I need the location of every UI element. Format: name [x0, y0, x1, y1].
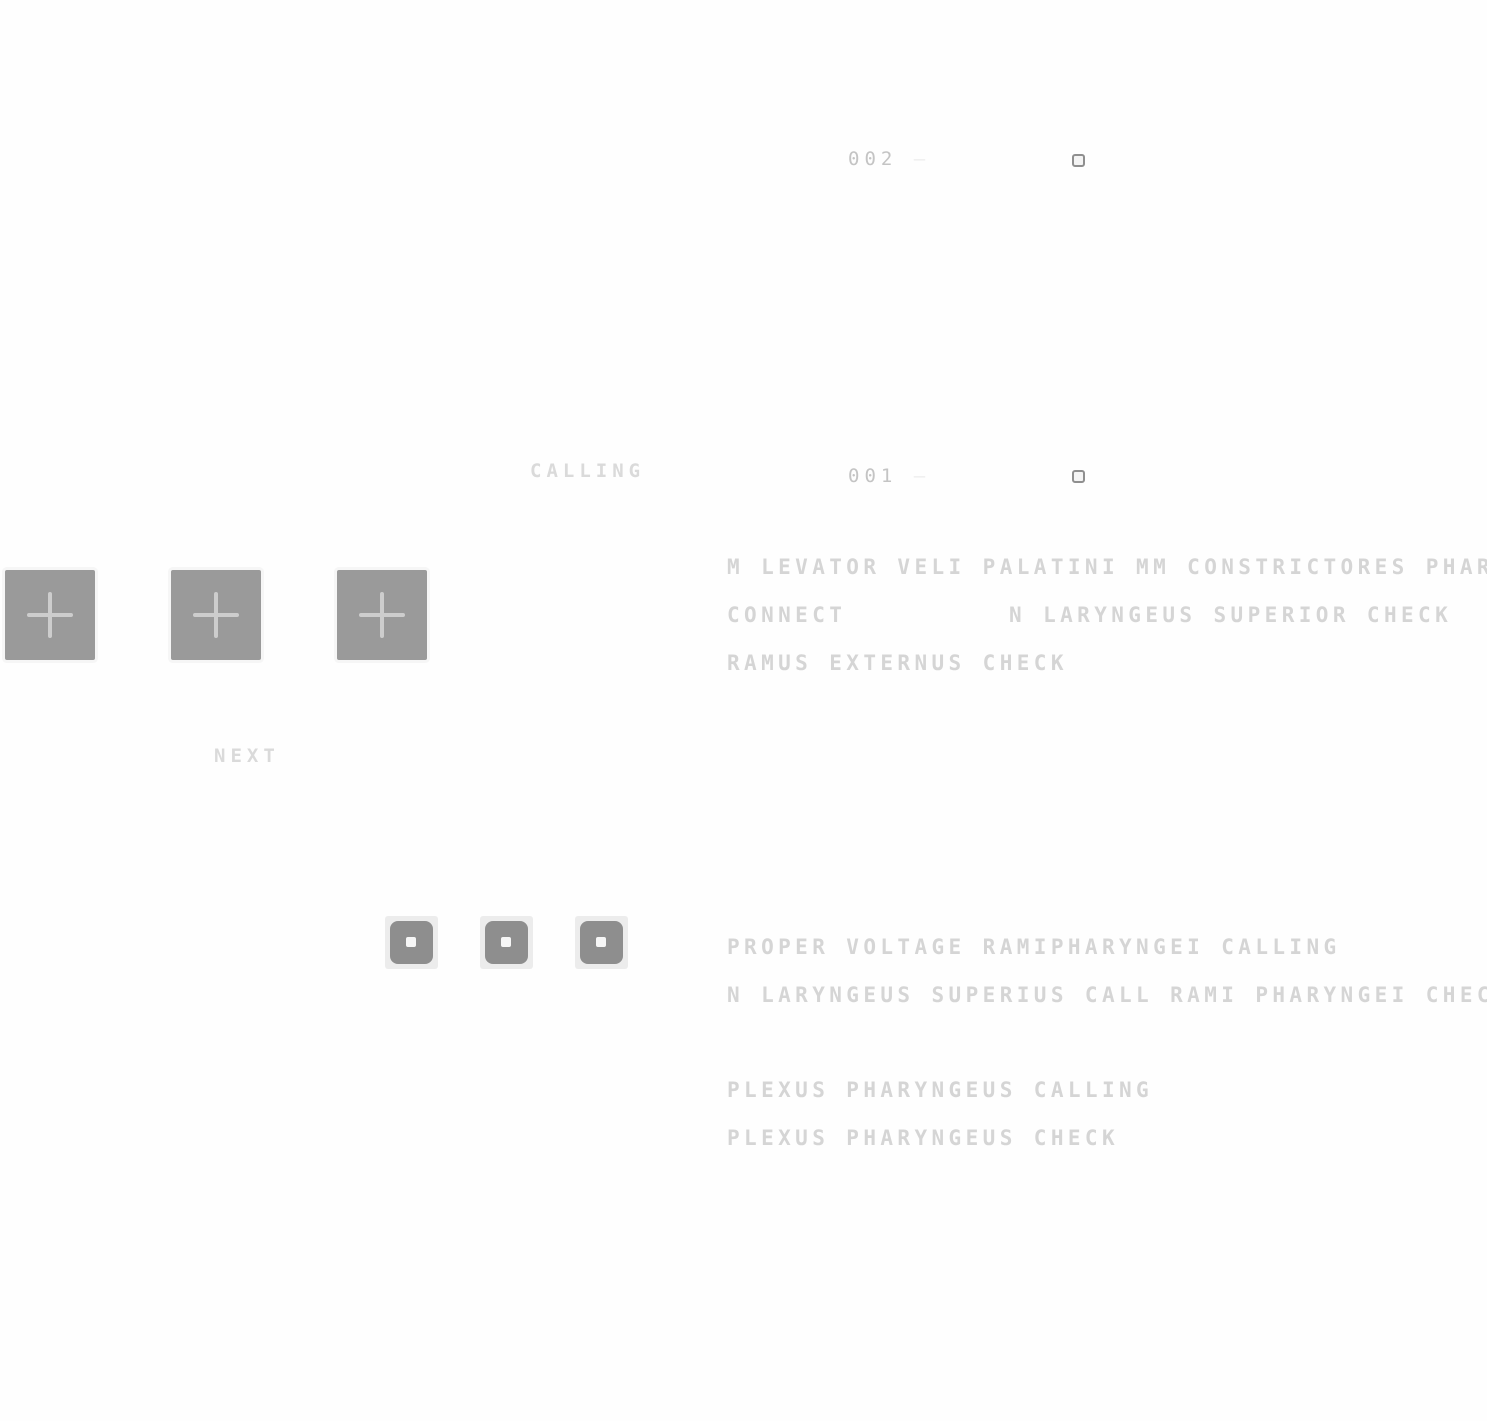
- status-code: 002: [848, 148, 898, 170]
- list-item: N LARYNGEUS SUPERIUS CALL RAMI PHARYNGEI…: [727, 983, 1487, 1007]
- list-item: M LEVATOR VELI PALATINI MM CONSTRICTORES…: [727, 555, 1487, 579]
- list-item: CONNECT: [727, 603, 847, 627]
- status-dash: —: [913, 465, 931, 487]
- square-outline-icon[interactable]: [1072, 154, 1085, 167]
- dot-button-1[interactable]: [385, 916, 438, 969]
- add-button-2[interactable]: [171, 570, 261, 660]
- list-item: PROPER VOLTAGE RAMIPHARYNGEI CALLING: [727, 935, 1341, 959]
- add-button-1[interactable]: [5, 570, 95, 660]
- list-item: PLEXUS PHARYNGEUS CALLING: [727, 1078, 1154, 1102]
- status-dash: —: [913, 148, 931, 170]
- calling-label: CALLING: [530, 460, 646, 482]
- list-item: N LARYNGEUS SUPERIOR CHECK: [1009, 603, 1453, 627]
- status-line-002: 002 —: [848, 148, 930, 170]
- list-item: PLEXUS PHARYNGEUS CHECK: [727, 1126, 1119, 1150]
- status-code: 001: [848, 465, 898, 487]
- list-item: RAMUS EXTERNUS CHECK: [727, 651, 1068, 675]
- dot-button-3[interactable]: [575, 916, 628, 969]
- next-label[interactable]: NEXT: [214, 745, 280, 767]
- dot-icon: [406, 937, 416, 947]
- dot-button-2[interactable]: [480, 916, 533, 969]
- dot-icon: [501, 937, 511, 947]
- dot-icon: [596, 937, 606, 947]
- status-line-001: 001 —: [848, 465, 930, 487]
- square-outline-icon[interactable]: [1072, 470, 1085, 483]
- add-button-3[interactable]: [337, 570, 427, 660]
